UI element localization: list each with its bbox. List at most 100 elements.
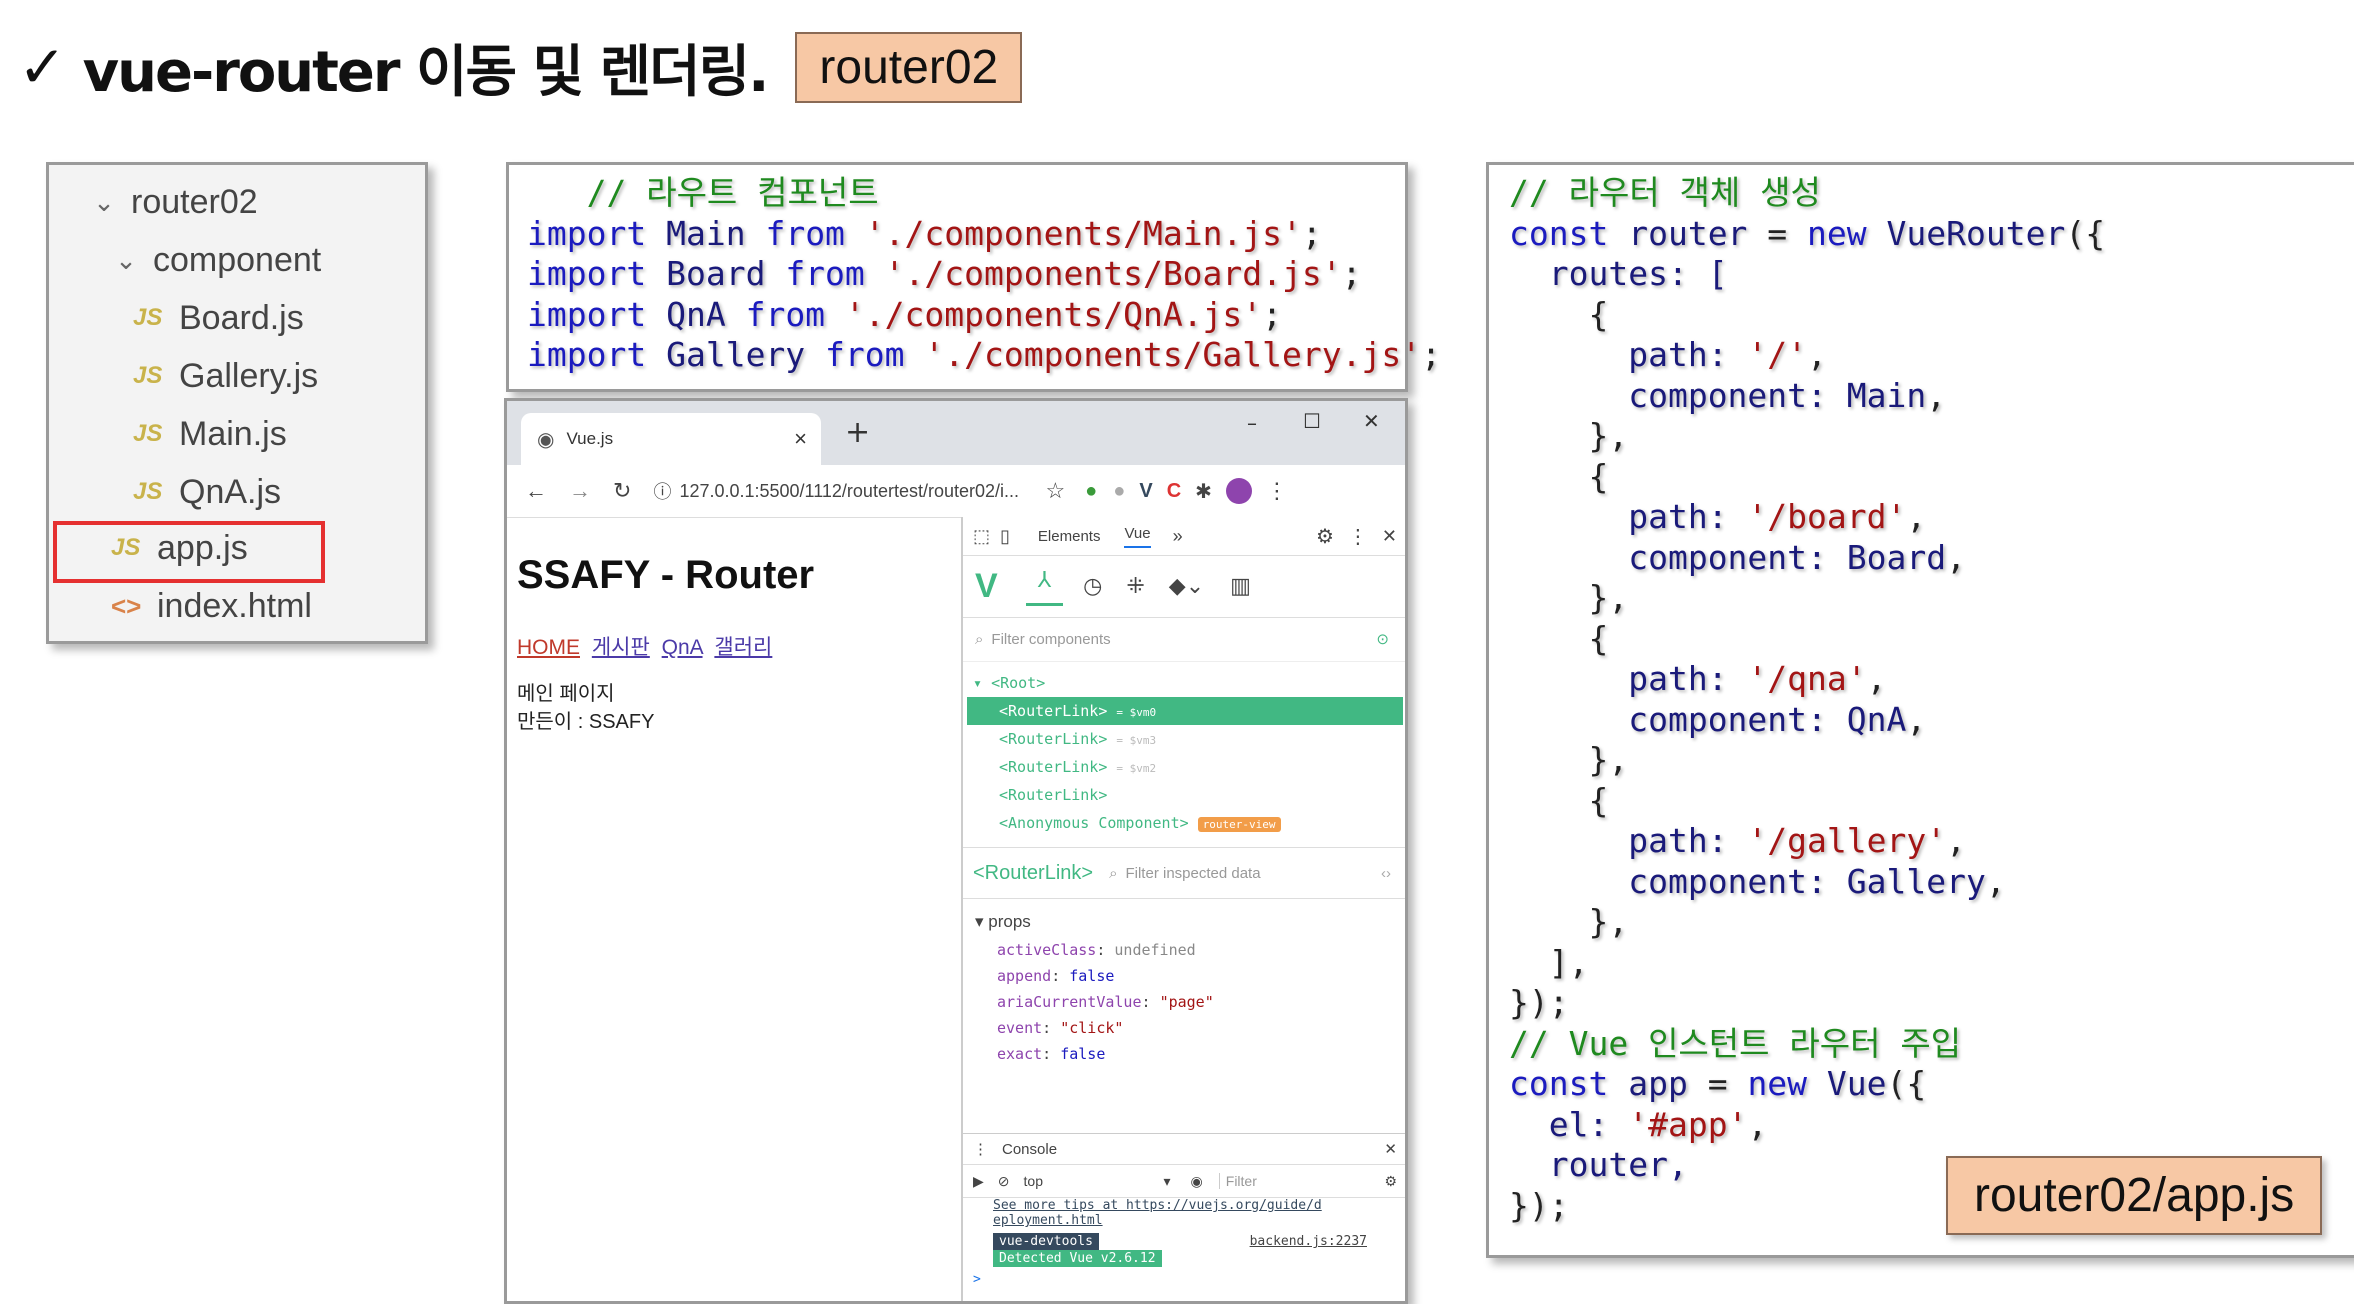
nav-link-home[interactable]: HOME [517,636,580,659]
context-select[interactable]: top [1024,1173,1164,1189]
back-arrow-icon[interactable]: ← [525,478,547,504]
page-heading: SSAFY - Router [517,553,815,597]
drawer-menu-icon[interactable]: ⋮ [973,1140,988,1158]
console-line: See more tips at https://vuejs.org/guide… [993,1198,1322,1213]
nav-link-gallery[interactable]: 갤러리 [714,636,772,659]
url-field[interactable]: 127.0.0.1:5500/1112/routertest/router02/… [679,481,1039,502]
filter-inspected-input[interactable]: Filter inspected data [1125,865,1260,882]
gear-icon[interactable]: ⚙ [1316,524,1334,549]
forward-arrow-icon[interactable]: → [569,478,591,504]
tab-vue[interactable]: Vue [1124,525,1151,548]
console-filter-input[interactable]: Filter [1218,1173,1257,1189]
console-tab[interactable]: Console [1002,1141,1057,1158]
tree-item-component[interactable]: ⌄ component [113,235,321,285]
filter-components-input[interactable]: Filter components [991,631,1110,648]
component-tree: ▾ <Root> <RouterLink> = $vm0 <RouterLink… [963,669,1405,837]
nav-link-board[interactable]: 게시판 [592,636,650,659]
js-file-icon: JS [133,420,163,447]
sidebar-toggle-icon[interactable]: ▶ [973,1173,984,1190]
chevron-down-icon[interactable]: ▾ [1164,1173,1171,1190]
tab-close-icon[interactable]: × [794,426,807,452]
tab-bar: ◉ Vue.js × + – ☐ ✕ [507,401,1405,465]
inspected-component-name: <RouterLink> [973,861,1094,884]
tree-node-root[interactable]: ▾ <Root> [963,669,1405,697]
title-badge: router02 [795,31,1023,103]
address-bar: ← → ↻ ⓘ 127.0.0.1:5500/1112/routertest/r… [507,465,1405,518]
js-file-icon: JS [133,362,163,389]
prop-row: ariaCurrentValue: "page" [997,993,1214,1011]
info-icon: ⓘ [653,482,672,502]
tree-item-label: router02 [131,182,258,221]
props-header[interactable]: ▾ props [963,907,1405,937]
tab-title: Vue.js [566,429,614,448]
reload-icon[interactable]: ↻ [613,478,631,504]
prop-row: exact: false [997,1045,1106,1063]
history-icon[interactable]: ◷ [1083,573,1102,599]
router-icon[interactable]: ◆⌄ [1169,573,1204,599]
kebab-menu-icon[interactable]: ⋮ [1348,524,1368,549]
extensions-puzzle-icon[interactable]: ✱ [1195,479,1212,504]
device-icon[interactable]: ▯ [1000,526,1010,547]
router-view-badge: router-view [1197,817,1281,832]
tree-node-anonymous[interactable]: <Anonymous Component> router-view [963,809,1405,837]
bookmark-star-icon[interactable]: ☆ [1045,478,1065,504]
target-icon[interactable]: ⊙ [1376,630,1389,648]
avatar[interactable] [1225,478,1252,504]
nav-links: HOME 게시판 QnA 갤러리 [517,631,772,661]
tree-item-router02[interactable]: ⌄ router02 [91,177,258,227]
imports-code: // 라우트 컴포넌트 import Main from './componen… [527,173,1441,376]
tree-item-gallery-js[interactable]: JS Gallery.js [133,351,318,401]
prop-row: activeClass: undefined [997,941,1196,959]
router-code-panel: // 라우터 객체 생성 const router = new VueRoute… [1486,162,2354,1258]
tree-item-index-html[interactable]: <> index.html [111,581,312,631]
gear-icon[interactable]: ⚙ [1384,1173,1397,1190]
eye-icon[interactable]: ◉ [1191,1173,1203,1190]
import-line: import Gallery from './components/Galler… [527,335,1441,374]
extension-gray-icon[interactable]: ● [1113,480,1125,503]
chevron-down-icon: ⌄ [93,186,115,217]
prop-row: event: "click" [997,1019,1124,1037]
tab-elements[interactable]: Elements [1038,528,1101,545]
search-icon: ⌕ [975,630,984,648]
close-console-icon[interactable]: ✕ [1384,1140,1397,1158]
tree-node-routerlink[interactable]: <RouterLink> [963,781,1405,809]
console-toolbar: ▶ ⊘ top ▾ ◉ Filter ⚙ [963,1165,1405,1198]
nav-link-qna[interactable]: QnA [662,636,703,659]
check-icon: ✓ [18,33,67,101]
tree-item-board-js[interactable]: JS Board.js [133,293,304,343]
backend-link[interactable]: backend.js:2237 [1250,1234,1367,1249]
tree-node-routerlink-selected[interactable]: <RouterLink> = $vm0 [967,697,1403,725]
title-text: vue-router 이동 및 렌더링. [82,39,770,105]
imports-code-panel: // 라우트 컴포넌트 import Main from './componen… [506,162,1441,392]
vuex-icon[interactable]: ⁜ [1126,573,1144,599]
inspect-icon[interactable]: ⬚ [973,526,990,547]
tree-node-routerlink[interactable]: <RouterLink> = $vm2 [963,753,1405,781]
close-devtools-icon[interactable]: ✕ [1382,526,1397,547]
code-icon[interactable]: ‹› [1381,865,1391,882]
app-js-highlight-box [53,521,325,583]
clear-console-icon[interactable]: ⊘ [998,1173,1010,1190]
browser-tab[interactable]: ◉ Vue.js × [521,413,821,465]
components-tab-icon[interactable]: ⅄ [1025,567,1064,606]
minimize-button[interactable]: – [1247,411,1257,435]
vue-logo-icon: V [975,566,998,605]
console-output: See more tips at https://vuejs.org/guide… [963,1198,1405,1287]
more-menu-icon[interactable]: ⋮ [1266,478,1288,504]
more-tabs-icon[interactable]: » [1173,526,1183,547]
tree-item-qna-js[interactable]: JS QnA.js [133,467,281,517]
close-window-button[interactable]: ✕ [1363,409,1380,433]
extension-evernote-icon[interactable]: ● [1085,480,1097,503]
slide-title: ✓ vue-router 이동 및 렌더링. router02 [18,22,1023,112]
console-prompt[interactable]: > [973,1272,1405,1287]
code-comment: // 라우트 컴포넌트 [586,173,879,212]
tree-item-main-js[interactable]: JS Main.js [133,409,287,459]
extension-red-icon[interactable]: C [1167,480,1181,503]
new-tab-button[interactable]: + [845,415,870,450]
performance-icon[interactable]: ▥ [1230,573,1251,599]
maximize-button[interactable]: ☐ [1303,409,1321,433]
filter-components-bar: ⌕ Filter components ⊙ [963,617,1405,662]
console-drawer: ⋮ Console ✕ ▶ ⊘ top ▾ ◉ Filter ⚙ See mor… [963,1133,1405,1301]
file-explorer: ⌄ router02 ⌄ component JS Board.js JS Ga… [46,162,428,644]
tree-node-routerlink[interactable]: <RouterLink> = $vm3 [963,725,1405,753]
extension-vue-icon[interactable]: V [1139,480,1152,503]
